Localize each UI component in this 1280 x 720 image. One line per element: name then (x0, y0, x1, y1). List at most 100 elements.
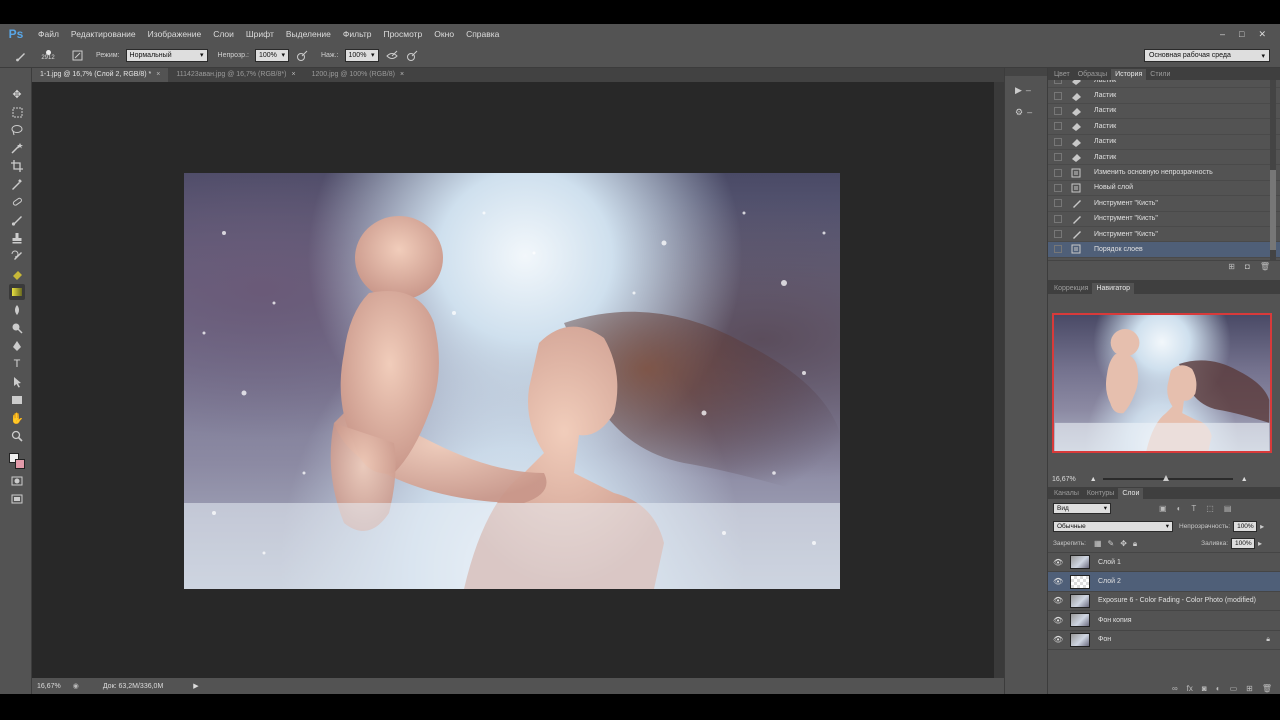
tab-paths[interactable]: Контуры (1083, 488, 1118, 499)
filter-pixel-icon[interactable]: ▣ (1159, 504, 1167, 513)
history-snapshot-checkbox[interactable] (1054, 183, 1062, 192)
layer-opacity-field[interactable]: 100% (1233, 520, 1258, 532)
gradient-tool-icon[interactable] (9, 284, 25, 300)
magic-wand-tool-icon[interactable] (9, 140, 25, 156)
healing-brush-tool-icon[interactable] (9, 194, 25, 210)
tab-navigator[interactable]: Навигатор (1092, 283, 1135, 294)
workspace-select[interactable]: Основная рабочая среда ▾ (1144, 49, 1270, 62)
document-tab-2[interactable]: 111423аван.jpg @ 16,7% (RGB/8*) × (168, 68, 303, 82)
zoom-out-icon[interactable]: ▲ (1090, 476, 1097, 483)
new-layer-icon[interactable]: ⊞ (1246, 684, 1253, 693)
chevron-right-icon[interactable]: ▸ (1260, 522, 1264, 531)
layer-name[interactable]: Exposure 6 - Color Fading - Color Photo … (1098, 597, 1280, 604)
menu-help[interactable]: Справка (460, 24, 505, 44)
history-item[interactable]: Инструмент "Кисть" (1048, 212, 1280, 227)
vertical-scrollbar[interactable] (994, 82, 1004, 678)
layer-name[interactable]: Слой 2 (1098, 578, 1280, 585)
rectangle-tool-icon[interactable] (9, 392, 25, 408)
layer-row[interactable]: 👁︎ Exposure 6 - Color Fading - Color Phot… (1048, 592, 1280, 612)
move-tool-icon[interactable]: ✥ (9, 86, 25, 102)
link-layers-icon[interactable]: ∞ (1172, 684, 1178, 693)
maximize-button[interactable]: □ (1239, 29, 1244, 39)
crop-tool-icon[interactable] (9, 158, 25, 174)
new-group-icon[interactable]: ▭ (1230, 684, 1238, 693)
history-brush-tool-icon[interactable] (9, 248, 25, 264)
canvas-image[interactable] (184, 173, 840, 589)
menu-layers[interactable]: Слои (207, 24, 240, 44)
actions-panel-button[interactable]: ▶ – (1015, 82, 1039, 98)
history-snapshot-checkbox[interactable] (1054, 245, 1062, 254)
eraser-tool-icon[interactable] (9, 266, 25, 282)
visibility-eye-icon[interactable]: 👁︎ (1053, 558, 1067, 567)
canvas-pasteboard[interactable] (32, 82, 994, 678)
airbrush-icon[interactable] (385, 49, 399, 63)
menu-filter[interactable]: Фильтр (337, 24, 378, 44)
brush-size-picker[interactable]: 2912 (38, 50, 58, 61)
visibility-eye-icon[interactable]: 👁︎ (1053, 596, 1067, 605)
menu-file[interactable]: Файл (32, 24, 65, 44)
history-snapshot-checkbox[interactable] (1054, 199, 1062, 208)
lock-all-icon[interactable]: 🔒︎ (1133, 539, 1137, 549)
history-snapshot-checkbox[interactable] (1054, 168, 1062, 177)
filter-type-icon[interactable]: T (1191, 504, 1196, 513)
tab-swatches[interactable]: Образцы (1074, 69, 1111, 80)
adjustment-layer-icon[interactable]: ◐ (1216, 684, 1221, 693)
layer-name[interactable]: Слой 1 (1098, 559, 1280, 566)
quick-mask-icon[interactable] (9, 473, 25, 489)
layer-name[interactable]: Фон (1098, 636, 1266, 643)
camera-icon[interactable]: ◘ (1245, 262, 1250, 271)
add-mask-icon[interactable]: ◙ (1202, 684, 1207, 693)
filter-smart-object-icon[interactable]: ▤ (1224, 504, 1232, 513)
trash-icon[interactable]: 🗑 (1262, 684, 1272, 693)
zoom-tool-icon[interactable] (9, 428, 25, 444)
history-snapshot-checkbox[interactable] (1054, 80, 1062, 85)
layer-row[interactable]: 👁︎ Фон 🔒︎ (1048, 631, 1280, 650)
opacity-field[interactable]: 100% ▾ (254, 49, 289, 62)
menu-type[interactable]: Шрифт (240, 24, 280, 44)
layer-style-icon[interactable]: fx (1187, 684, 1193, 693)
blend-mode-select[interactable]: Обычные ▾ (1053, 520, 1173, 532)
zoom-in-icon[interactable]: ▲ (1241, 476, 1248, 483)
layer-row[interactable]: 👁︎ Слой 1 (1048, 553, 1280, 573)
history-snapshot-checkbox[interactable] (1054, 153, 1062, 162)
lock-pixels-icon[interactable]: ✎ (1108, 539, 1115, 548)
close-tab-icon[interactable]: × (156, 71, 160, 78)
history-item[interactable]: Ластик (1048, 80, 1280, 89)
close-button[interactable]: ✕ (1258, 29, 1266, 40)
navigator-zoom-value[interactable]: 16,67% (1052, 476, 1076, 483)
hand-tool-icon[interactable]: ✋ (9, 410, 25, 426)
pen-tool-icon[interactable] (9, 338, 25, 354)
layer-thumbnail[interactable] (1070, 613, 1090, 628)
marquee-tool-icon[interactable] (9, 104, 25, 120)
new-document-from-state-icon[interactable]: ⊞ (1228, 262, 1235, 271)
lasso-tool-icon[interactable] (9, 122, 25, 138)
history-item[interactable]: Новый слой (1048, 181, 1280, 197)
blur-tool-icon[interactable] (9, 302, 25, 318)
visibility-eye-icon[interactable]: 👁︎ (1053, 577, 1067, 586)
navigator-thumbnail[interactable] (1052, 313, 1272, 453)
lock-transparent-icon[interactable]: ▦ (1094, 539, 1102, 548)
strip-grip[interactable] (1005, 68, 1047, 76)
fill-field[interactable]: 100% (1231, 538, 1255, 549)
visibility-eye-icon[interactable]: 👁︎ (1053, 635, 1067, 644)
background-color-swatch[interactable] (15, 459, 25, 469)
menu-view[interactable]: Просмотр (377, 24, 428, 44)
menu-window[interactable]: Окно (428, 24, 460, 44)
tab-history[interactable]: История (1111, 69, 1147, 80)
layer-thumbnail[interactable] (1070, 574, 1090, 589)
menu-select[interactable]: Выделение (280, 24, 337, 44)
screen-mode-icon[interactable] (9, 491, 25, 507)
close-tab-icon[interactable]: × (400, 71, 404, 78)
history-snapshot-checkbox[interactable] (1054, 214, 1062, 223)
tab-layers[interactable]: Слои (1118, 488, 1144, 499)
status-menu-arrow-icon[interactable]: ▶ (193, 682, 198, 690)
document-tab-1[interactable]: 1-1.jpg @ 16,7% (Слой 2, RGB/8) * × (32, 68, 169, 82)
chevron-right-icon[interactable]: ▸ (1258, 539, 1262, 548)
status-info-icon[interactable]: ◉ (73, 682, 79, 690)
menu-image[interactable]: Изображение (142, 24, 208, 44)
document-tab-3[interactable]: 1200.jpg @ 100% (RGB/8) × (304, 68, 412, 82)
filter-shape-icon[interactable]: ⬚ (1206, 504, 1214, 513)
dodge-tool-icon[interactable] (9, 320, 25, 336)
brush-preset-icon[interactable] (14, 49, 28, 63)
navigator-zoom-slider[interactable] (1102, 475, 1233, 481)
